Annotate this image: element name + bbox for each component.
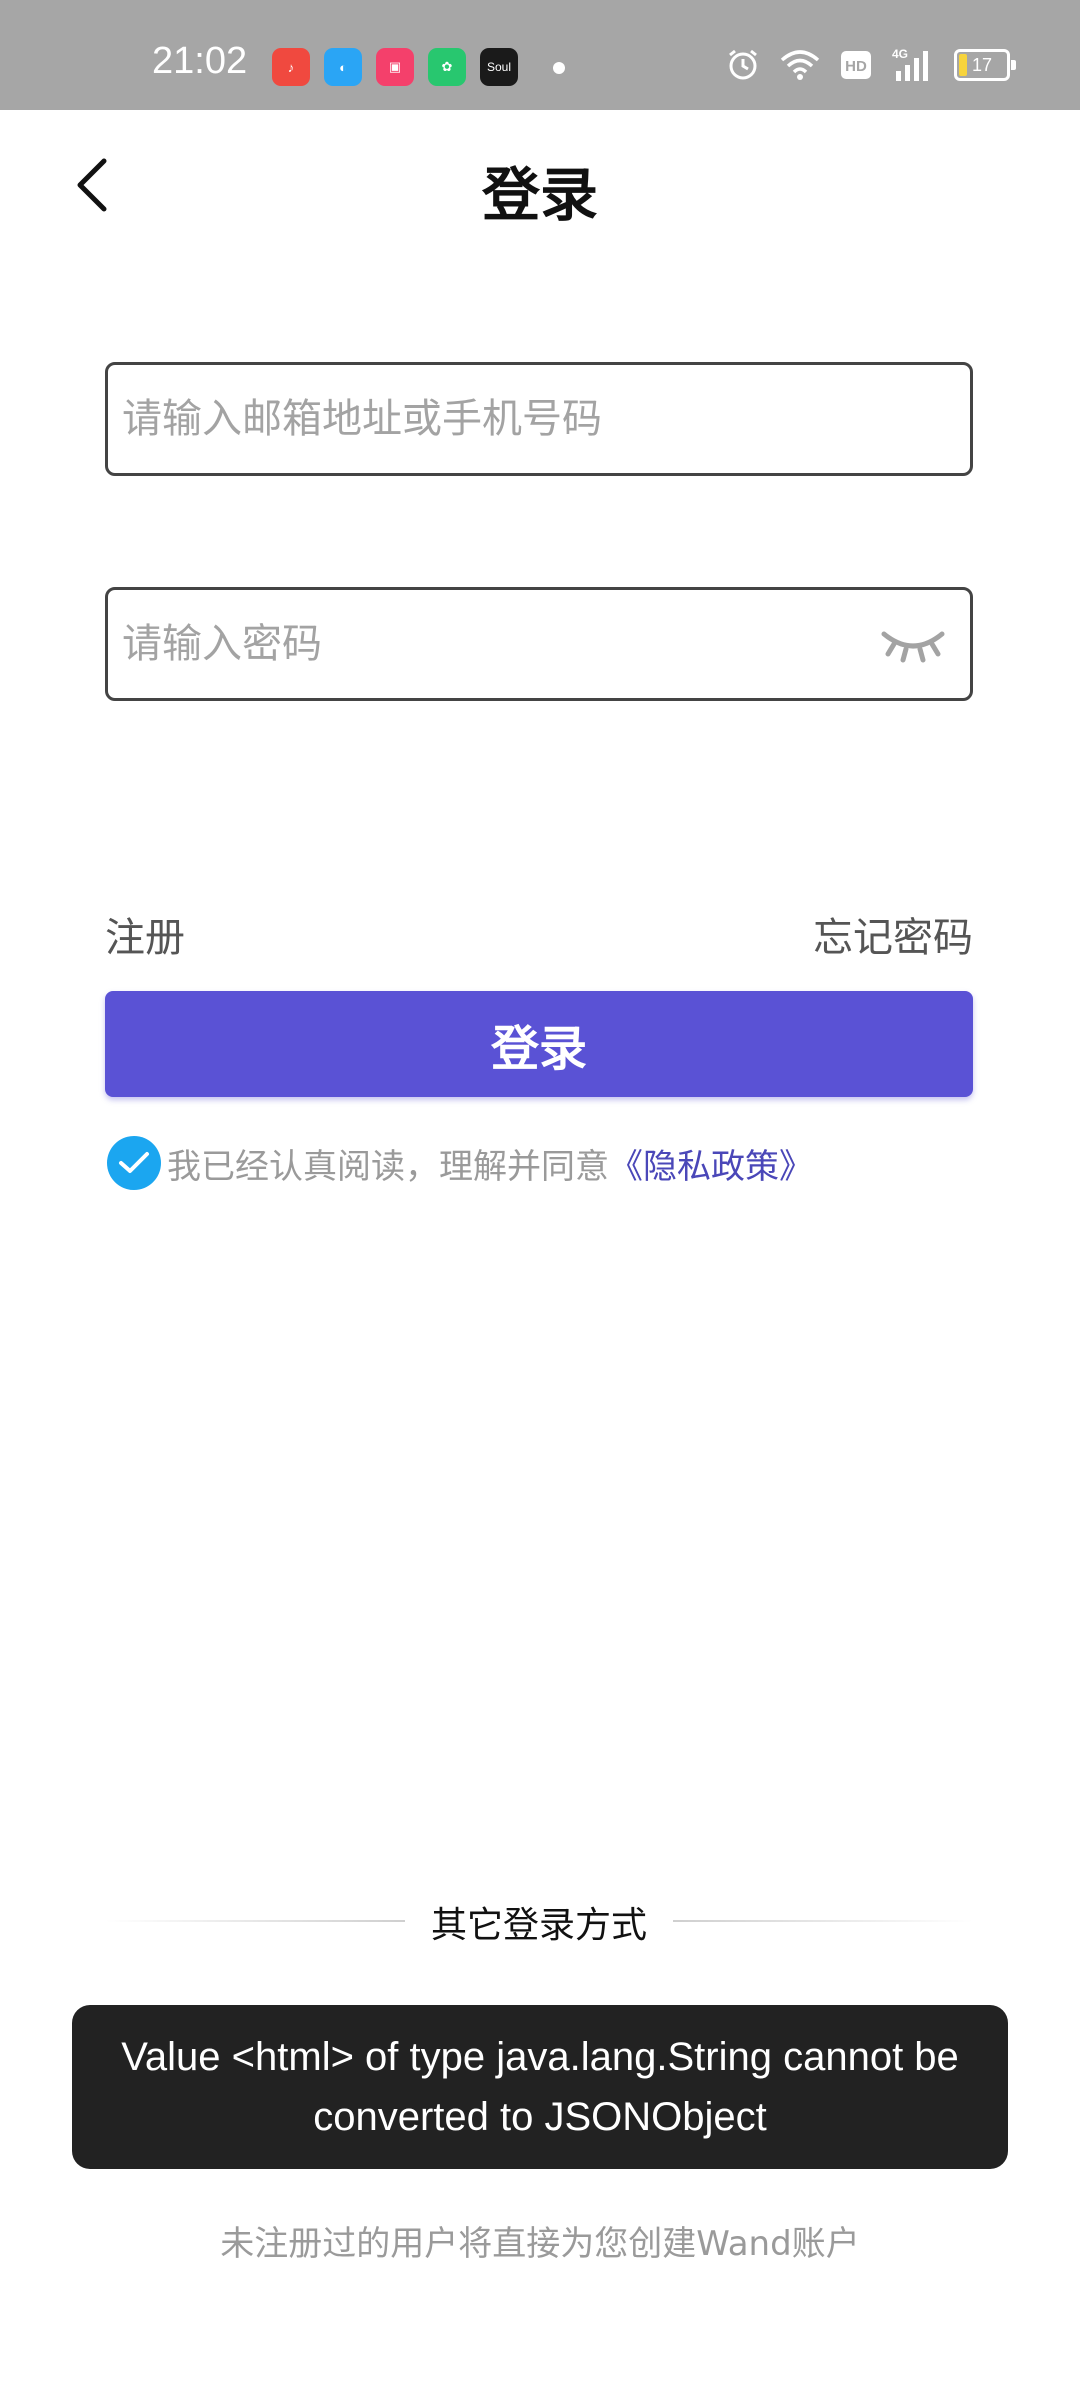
divider-right — [673, 1920, 973, 1922]
agreement-checkbox[interactable] — [107, 1136, 161, 1190]
forgot-password-link[interactable]: 忘记密码 — [813, 905, 973, 963]
register-link[interactable]: 注册 — [105, 905, 185, 963]
network-type-label: 4G — [892, 47, 908, 61]
eye-closed-icon — [881, 631, 945, 663]
toggle-password-visibility-button[interactable] — [880, 622, 946, 666]
notification-app-icons: ♪ ◐ ▣ ✿ Soul — [272, 48, 518, 86]
battery-level: 17 — [971, 54, 993, 75]
browser-app-icon: ◐ — [324, 48, 362, 86]
soul-app-icon: Soul — [480, 48, 518, 86]
alarm-icon — [726, 46, 760, 84]
login-button[interactable]: 登录 — [105, 991, 973, 1097]
hd-icon: HD — [840, 46, 872, 84]
privacy-policy-link[interactable]: 《隐私政策》 — [609, 1139, 813, 1188]
account-input[interactable] — [122, 365, 882, 473]
password-field[interactable] — [105, 587, 973, 701]
green-app-icon: ✿ — [428, 48, 466, 86]
svg-text:HD: HD — [845, 58, 867, 75]
status-icons: HD 4G 17 — [726, 46, 1016, 84]
agreement-text: 我已经认真阅读，理解并同意 — [167, 1146, 609, 1187]
other-login-section: 其它登录方式 — [105, 1896, 973, 1946]
wifi-icon — [780, 46, 820, 84]
kuaishou-app-icon: ▣ — [376, 48, 414, 86]
page-title: 登录 — [481, 161, 598, 229]
signal-icon: 4G — [892, 46, 934, 84]
auto-register-note: 未注册过的用户将直接为您创建Wand账户 — [220, 2224, 860, 2264]
check-icon — [119, 1152, 149, 1173]
status-time: 21:02 — [152, 40, 248, 82]
more-notifications-dot — [553, 62, 565, 74]
status-bar: 21:02 ♪ ◐ ▣ ✿ Soul HD 4G 17 — [0, 0, 1080, 110]
error-toast: Value <html> of type java.lang.String ca… — [72, 2005, 1008, 2169]
password-input[interactable] — [122, 590, 882, 698]
music-app-icon: ♪ — [272, 48, 310, 86]
privacy-agreement: 我已经认真阅读，理解并同意 《隐私政策》 — [107, 1136, 813, 1190]
toast-message: Value <html> of type java.lang.String ca… — [121, 2035, 959, 2139]
other-login-label: 其它登录方式 — [430, 1905, 647, 1946]
battery-icon: 17 — [954, 49, 1016, 81]
account-field[interactable] — [105, 362, 973, 476]
